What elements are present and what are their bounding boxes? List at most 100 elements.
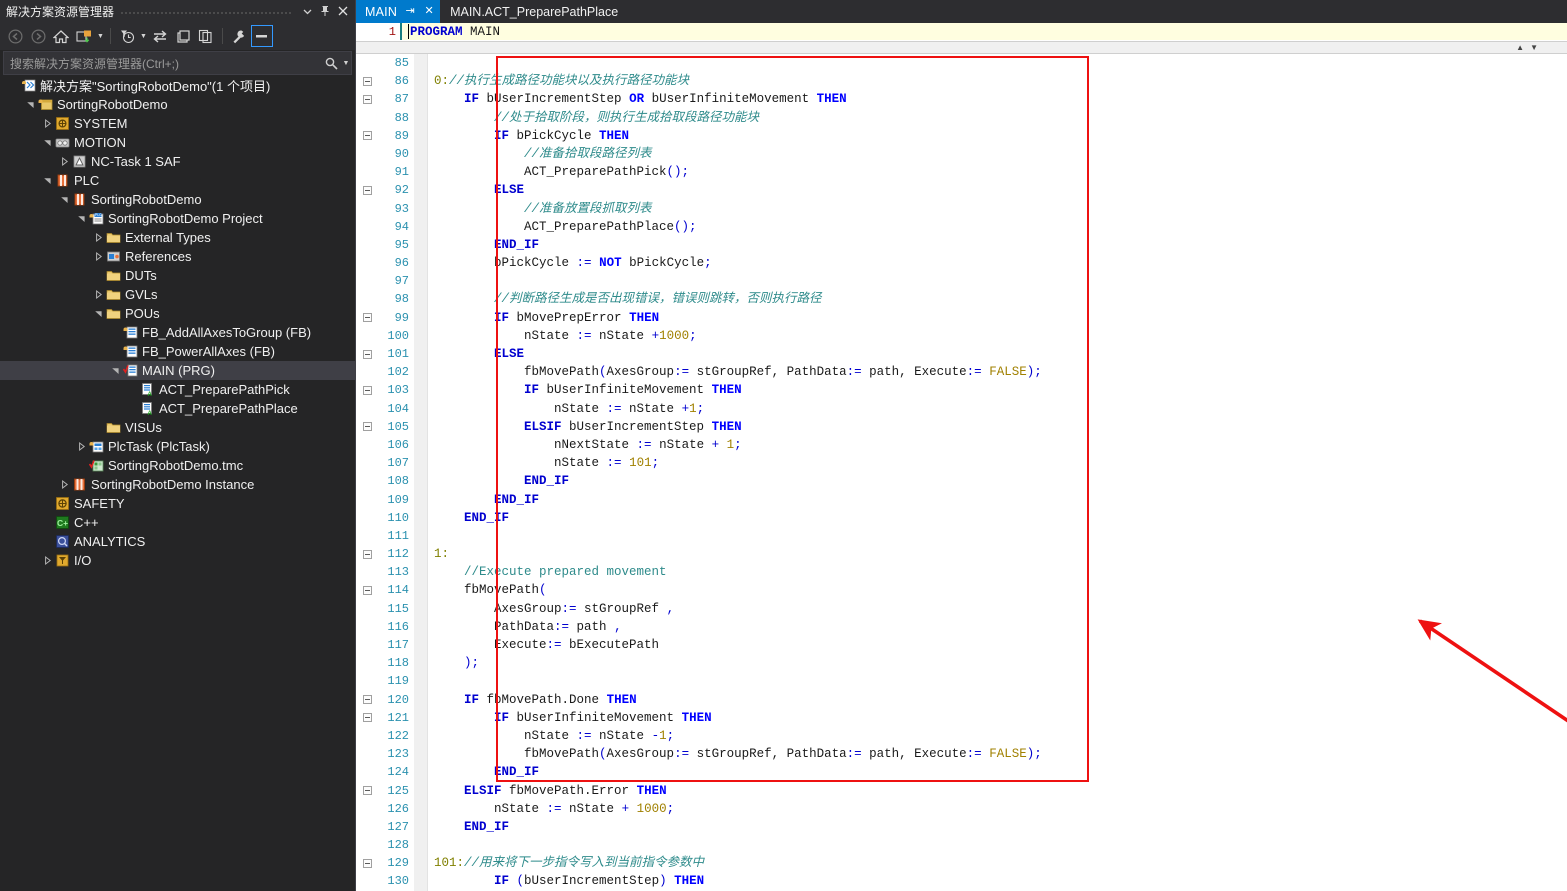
code-line[interactable]: nState := nState + 1000; <box>428 800 1567 818</box>
fold-toggle[interactable] <box>356 581 378 599</box>
code-line[interactable]: END_IF <box>428 491 1567 509</box>
code-line[interactable]: ); <box>428 654 1567 672</box>
fold-toggle[interactable] <box>356 709 378 727</box>
code-line[interactable]: END_IF <box>428 236 1567 254</box>
expand-arrow-open-icon[interactable] <box>40 171 54 190</box>
tree-item-main-prg[interactable]: MAIN (PRG) <box>0 361 355 380</box>
fold-toggle[interactable] <box>356 418 378 436</box>
tree-item-analytics[interactable]: ANALYTICS <box>0 532 355 551</box>
tree-item-act-preparepathplace[interactable]: A ACT_PreparePathPlace <box>0 399 355 418</box>
tree-item-fb-powerallaxes-fb[interactable]: FB_PowerAllAxes (FB) <box>0 342 355 361</box>
code-line[interactable]: AxesGroup:= stGroupRef , <box>428 600 1567 618</box>
code-line[interactable]: END_IF <box>428 472 1567 490</box>
code-line[interactable]: END_IF <box>428 509 1567 527</box>
tree-item-system[interactable]: SYSTEM <box>0 114 355 133</box>
expand-arrow-open-icon[interactable] <box>23 95 37 114</box>
home-button[interactable] <box>50 25 72 47</box>
code-line[interactable] <box>428 836 1567 854</box>
splitter-up-icon[interactable]: ▲ <box>1516 43 1524 52</box>
code-line[interactable]: END_IF <box>428 818 1567 836</box>
collapse-icon[interactable] <box>362 349 372 359</box>
fold-margin[interactable] <box>356 54 378 891</box>
code-line[interactable]: ELSE <box>428 345 1567 363</box>
fold-toggle[interactable] <box>356 381 378 399</box>
add-folder-button[interactable] <box>73 25 95 47</box>
preview-selected-items-button[interactable] <box>251 25 273 47</box>
tab-main[interactable]: MAIN ⇥ ✕ <box>356 0 441 23</box>
splitter-down-icon[interactable]: ▼ <box>1530 43 1538 52</box>
back-button[interactable] <box>4 25 26 47</box>
tree-item-sortingrobotdemo-project[interactable]: PLC SortingRobotDemo Project <box>0 209 355 228</box>
collapse-icon[interactable] <box>362 695 372 705</box>
code-line[interactable]: ELSE <box>428 181 1567 199</box>
code-editor-pane[interactable]: 85 86 87 88 89 90 91 92 93 94 95 96 97 98 99 100 101 102 1… <box>356 54 1567 891</box>
tree-item-sortingrobotdemo-tmc[interactable]: SortingRobotDemo.tmc <box>0 456 355 475</box>
code-line[interactable]: //Execute prepared movement <box>428 563 1567 581</box>
tab-close-icon[interactable]: ✕ <box>423 4 435 20</box>
collapse-icon[interactable] <box>362 586 372 596</box>
collapse-icon[interactable] <box>362 713 372 723</box>
show-all-files-button[interactable] <box>195 25 217 47</box>
code-line[interactable] <box>428 54 1567 72</box>
tree-item-visus[interactable]: VISUs <box>0 418 355 437</box>
collapse-icon[interactable] <box>362 313 372 323</box>
fold-toggle[interactable] <box>356 345 378 363</box>
code-line[interactable]: nState := nState -1; <box>428 727 1567 745</box>
tree-item-sortingrobotdemo[interactable]: SortingRobotDemo <box>0 190 355 209</box>
expand-arrow-closed-icon[interactable] <box>74 437 88 456</box>
fold-toggle[interactable] <box>356 72 378 90</box>
expand-arrow-open-icon[interactable] <box>57 190 71 209</box>
tree-item-act-preparepathpick[interactable]: A ACT_PreparePathPick <box>0 380 355 399</box>
code-line[interactable]: //准备拾取段路径列表 <box>428 145 1567 163</box>
code-line[interactable]: IF (bUserIncrementStep) THEN <box>428 872 1567 890</box>
code-line[interactable]: ELSIF fbMovePath.Error THEN <box>428 782 1567 800</box>
code-line[interactable]: 0://执行生成路径功能块以及执行路径功能块 <box>428 72 1567 90</box>
code-line[interactable]: fbMovePath( <box>428 581 1567 599</box>
expand-arrow-open-icon[interactable] <box>91 304 105 323</box>
code-line[interactable]: nState := nState +1; <box>428 400 1567 418</box>
fold-toggle[interactable] <box>356 545 378 563</box>
code-line[interactable]: fbMovePath(AxesGroup:= stGroupRef, PathD… <box>428 745 1567 763</box>
expand-arrow-closed-icon[interactable] <box>57 152 71 171</box>
code-line[interactable]: //判断路径生成是否出现错误，错误则跳转，否则执行路径 <box>428 290 1567 308</box>
collapse-icon[interactable] <box>362 185 372 195</box>
code-line[interactable]: bPickCycle := NOT bPickCycle; <box>428 254 1567 272</box>
code-line[interactable] <box>428 527 1567 545</box>
tree-item-sortingrobotdemo[interactable]: SortingRobotDemo <box>0 95 355 114</box>
collapse-icon[interactable] <box>362 786 372 796</box>
code-line[interactable]: nState := 101; <box>428 454 1567 472</box>
code-line[interactable]: IF bMovePrepError THEN <box>428 309 1567 327</box>
fold-toggle[interactable] <box>356 691 378 709</box>
fold-toggle[interactable] <box>356 309 378 327</box>
collapse-icon[interactable] <box>362 549 372 559</box>
collapse-icon[interactable] <box>362 94 372 104</box>
declaration-code-line[interactable]: PROGRAM MAIN <box>402 23 1567 40</box>
expand-arrow-open-icon[interactable] <box>108 361 122 380</box>
solution-tree[interactable]: 解决方案"SortingRobotDemo"(1 个项目) SortingRobo… <box>0 76 355 891</box>
fold-toggle[interactable] <box>356 90 378 108</box>
collapse-icon[interactable] <box>362 422 372 432</box>
close-icon[interactable] <box>335 2 351 20</box>
expand-arrow-closed-icon[interactable] <box>91 285 105 304</box>
search-dropdown-icon[interactable]: ▼ <box>341 52 351 74</box>
search-input[interactable]: 搜索解决方案资源管理器(Ctrl+;) ▼ <box>3 51 352 75</box>
tree-item-references[interactable]: References <box>0 247 355 266</box>
code-line[interactable]: fbMovePath(AxesGroup:= stGroupRef, PathD… <box>428 363 1567 381</box>
code-line[interactable]: Execute:= bExecutePath <box>428 636 1567 654</box>
properties-button[interactable] <box>228 25 250 47</box>
code-line[interactable]: nNextState := nState + 1; <box>428 436 1567 454</box>
tree-item-sortingrobotdemo-1[interactable]: 解决方案"SortingRobotDemo"(1 个项目) <box>0 76 355 95</box>
code-line[interactable]: //准备放置段抓取列表 <box>428 200 1567 218</box>
expand-arrow-closed-icon[interactable] <box>40 551 54 570</box>
pending-changes-dropdown-icon[interactable]: ▼ <box>139 25 148 47</box>
collapse-icon[interactable] <box>362 131 372 141</box>
code-line[interactable]: IF bUserIncrementStep OR bUserInfiniteMo… <box>428 90 1567 108</box>
tab-pin-icon[interactable]: ⇥ <box>404 4 416 20</box>
pin-icon[interactable] <box>317 2 333 20</box>
expand-arrow-open-icon[interactable] <box>74 209 88 228</box>
code-line[interactable]: ACT_PreparePathPick(); <box>428 163 1567 181</box>
fold-toggle[interactable] <box>356 127 378 145</box>
code-line[interactable]: IF fbMovePath.Done THEN <box>428 691 1567 709</box>
code-line[interactable]: END_IF <box>428 763 1567 781</box>
declaration-pane[interactable]: 1 PROGRAM MAIN <box>356 23 1567 41</box>
